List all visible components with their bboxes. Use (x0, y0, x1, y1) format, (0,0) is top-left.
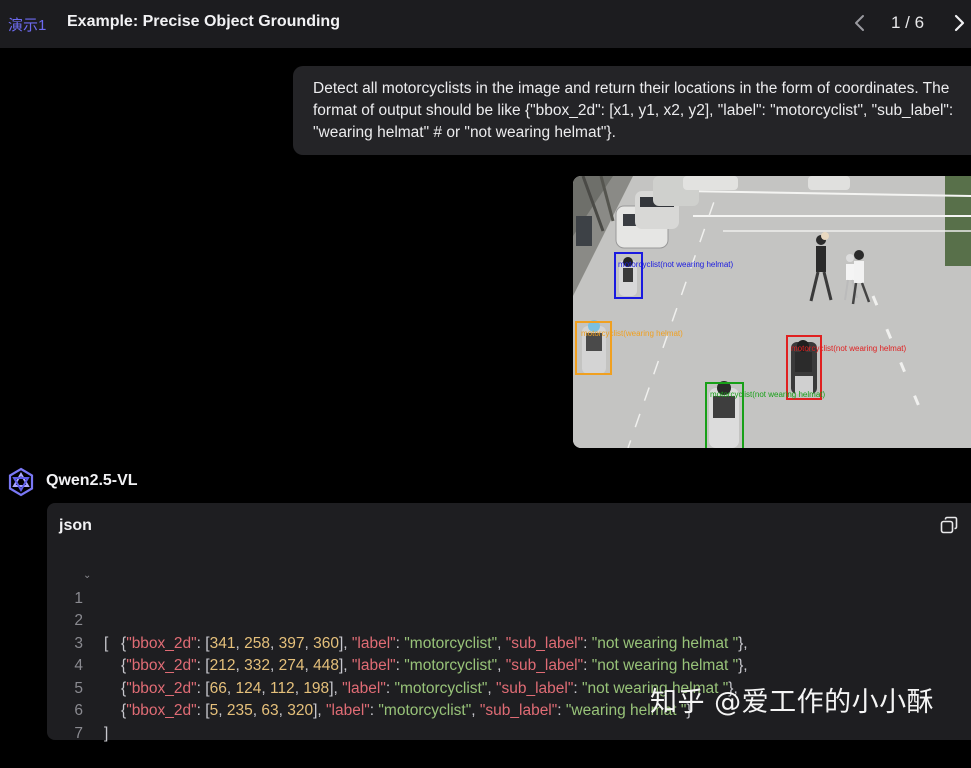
user-message-text: Detect all motorcyclists in the image an… (313, 80, 954, 141)
copy-icon[interactable] (939, 515, 959, 535)
line-number: 7 (74, 724, 83, 742)
close-bracket: ] (104, 724, 109, 742)
detection-caption-green: motorcyclist(not wearing helmat) (710, 390, 825, 399)
code-line: 3 {"bbox_2d": [212, 332, 274, 448], "lab… (47, 610, 971, 675)
page-title: Example: Precise Object Grounding (67, 13, 340, 30)
qwen-logo-icon (8, 467, 34, 497)
assistant-name: Qwen2.5-VL (46, 472, 138, 489)
street-scene-illustration: motorcyclist(not wearing helmat) motorcy… (573, 176, 971, 448)
street-image: motorcyclist(not wearing helmat) motorcy… (573, 176, 971, 448)
page-counter: 1 / 6 (891, 13, 925, 32)
user-message: Detect all motorcyclists in the image an… (293, 66, 971, 155)
top-bar: 演示1 Example: Precise Object Grounding 1 … (0, 0, 971, 48)
detection-caption-orange: motorcyclist(wearing helmat) (581, 329, 683, 338)
detection-caption-red: motorcyclist(not wearing helmat) (791, 344, 906, 353)
code-language-label: json (59, 517, 92, 534)
code-line: 1 ⌄ [ (47, 565, 971, 652)
chevron-left-icon[interactable] (850, 11, 870, 35)
chevron-right-icon[interactable] (949, 11, 969, 35)
code-line: 4 {"bbox_2d": [66, 124, 112, 198], "labe… (47, 633, 971, 697)
code-line: 2 {"bbox_2d": [341, 258, 397, 360], "lab… (47, 588, 971, 652)
watermark: 知乎 @爱工作的小小酥 (650, 687, 935, 718)
fold-chevron-icon[interactable]: ⌄ (83, 565, 91, 588)
detection-caption-blue: motorcyclist(not wearing helmat) (618, 260, 733, 269)
demo-tag: 演示1 (8, 17, 47, 34)
code-line: 5 {"bbox_2d": [5, 235, 63, 320], "label"… (47, 655, 971, 720)
